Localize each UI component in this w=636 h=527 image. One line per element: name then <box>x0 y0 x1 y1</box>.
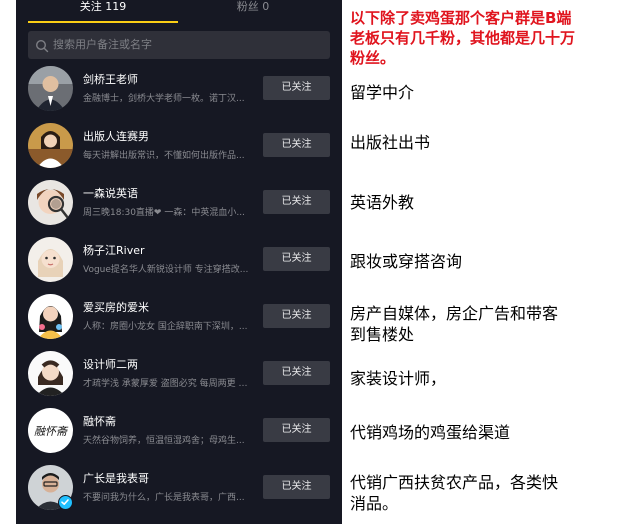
user-bio: 每天讲解出版常识，不懂如何出版作品... <box>83 151 245 161</box>
following-button[interactable]: 已关注 <box>263 76 330 100</box>
svg-text:融怀斋: 融怀斋 <box>34 425 69 438</box>
user-name[interactable]: 一森说英语 <box>83 185 138 201</box>
user-bio: Vogue提名华人新锐设计师 专注穿搭改... <box>83 265 249 275</box>
list-item[interactable]: 出版人连赛男 每天讲解出版常识，不懂如何出版作品... 已关注 <box>16 123 342 180</box>
following-button[interactable]: 已关注 <box>263 133 330 157</box>
phone-screenshot: 关注 119 粉丝 0 搜索用户备注或名字 剑桥王老师 金融博士，剑桥大学老师一… <box>16 0 342 524</box>
avatar[interactable] <box>28 66 73 111</box>
avatar[interactable] <box>28 180 73 225</box>
verified-badge-icon <box>58 495 73 510</box>
user-name[interactable]: 杨子江River <box>83 242 145 258</box>
user-name[interactable]: 融怀斋 <box>83 413 116 429</box>
user-name[interactable]: 爱买房的爱米 <box>83 299 149 315</box>
annotation-text: 代销广西扶贫农产品，各类快消品。 <box>350 473 559 513</box>
avatar[interactable] <box>28 294 73 339</box>
user-name[interactable]: 设计师二两 <box>83 356 138 372</box>
following-button[interactable]: 已关注 <box>263 418 330 442</box>
list-item[interactable]: 杨子江River Vogue提名华人新锐设计师 专注穿搭改... 已关注 <box>16 237 342 294</box>
search-icon <box>35 38 49 53</box>
list-item[interactable]: 设计师二两 才疏学浅 承蒙厚爱 盗图必究 每周两更 V... 已关注 <box>16 351 342 408</box>
user-bio: 金融博士，剑桥大学老师一枚。诺丁汉... <box>83 94 245 104</box>
list-item[interactable]: 一森说英语 周三晚18:30直播❤ 一森：中英混血小... 已关注 <box>16 180 342 237</box>
avatar[interactable] <box>28 351 73 396</box>
user-name[interactable]: 出版人连赛男 <box>83 128 149 144</box>
user-bio: 才疏学浅 承蒙厚爱 盗图必究 每周两更 V... <box>83 379 249 389</box>
annotation-text: 英语外教 <box>350 193 415 212</box>
list-item[interactable]: 剑桥王老师 金融博士，剑桥大学老师一枚。诺丁汉... 已关注 <box>16 66 342 123</box>
search-input[interactable]: 搜索用户备注或名字 <box>28 31 330 59</box>
following-button[interactable]: 已关注 <box>263 361 330 385</box>
annotation-text: 代销鸡场的鸡蛋给渠道 <box>350 423 511 442</box>
annotation-text: 房产自媒体，房企广告和带客到售楼处 <box>350 304 559 344</box>
tab-fans[interactable]: 粉丝 0 <box>178 0 328 20</box>
list-item[interactable]: 融怀斋 融怀斋 天然谷物饲养，恒温恒湿鸡舍；母鸡生... 已关注 <box>16 408 342 465</box>
annotation-text: 出版社出书 <box>350 133 431 152</box>
user-name[interactable]: 广长是我表哥 <box>83 470 149 486</box>
user-name[interactable]: 剑桥王老师 <box>83 71 138 87</box>
annotation-text: 留学中介 <box>350 83 415 102</box>
list-item[interactable]: 爱买房的爱米 人称：房圈小龙女 国企辞职南下深圳，... 已关注 <box>16 294 342 351</box>
following-button[interactable]: 已关注 <box>263 247 330 271</box>
avatar[interactable] <box>28 123 73 168</box>
tab-following[interactable]: 关注 119 <box>28 0 178 20</box>
annotation-text: 家装设计师， <box>350 369 447 388</box>
following-button[interactable]: 已关注 <box>263 190 330 214</box>
user-bio: 不要问我为什么，广长是我表哥，广西... <box>83 493 245 503</box>
tab-bar: 关注 119 粉丝 0 <box>16 0 342 24</box>
avatar-logo[interactable]: 融怀斋 <box>28 408 73 453</box>
note-red: 以下除了卖鸡蛋那个客户群是B端老板只有几千粉，其他都是几十万粉丝。 <box>350 9 576 67</box>
list-item[interactable]: 广长是我表哥 不要问我为什么，广长是我表哥，广西... 已关注 <box>16 465 342 522</box>
user-bio: 周三晚18:30直播❤ 一森：中英混血小... <box>83 208 245 218</box>
tab-active-indicator <box>28 21 178 23</box>
following-button[interactable]: 已关注 <box>263 304 330 328</box>
search-placeholder: 搜索用户备注或名字 <box>53 38 152 51</box>
annotation-text: 跟妆或穿搭咨询 <box>350 252 463 271</box>
avatar[interactable] <box>28 237 73 282</box>
user-bio: 天然谷物饲养，恒温恒湿鸡舍；母鸡生... <box>83 436 245 446</box>
user-bio: 人称：房圈小龙女 国企辞职南下深圳，... <box>83 322 248 332</box>
following-button[interactable]: 已关注 <box>263 475 330 499</box>
